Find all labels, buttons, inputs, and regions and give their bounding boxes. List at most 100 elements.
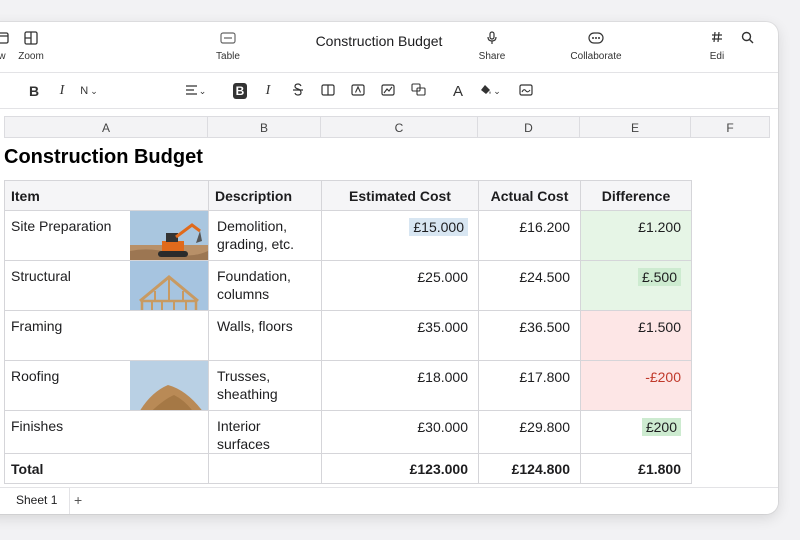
zoom-label: Zoom [18, 51, 44, 62]
item-cell[interactable]: Roofing [4, 360, 209, 411]
actual-cost-cell[interactable]: £24.500 [478, 260, 581, 311]
item-cell[interactable]: Framing [4, 310, 209, 361]
signature-icon [519, 83, 533, 99]
italic-toggle-button[interactable]: I [260, 82, 276, 100]
chart-button[interactable] [380, 82, 396, 100]
total-difference-cell[interactable]: £1.800 [580, 453, 692, 484]
estimated-cost-value: £15.000 [409, 218, 468, 236]
difference-cell[interactable]: £200 [580, 410, 692, 454]
bold-toggle-button[interactable]: B [232, 82, 248, 100]
view-label: w [0, 51, 6, 62]
sheet-bar: Sheet 1 + [0, 487, 778, 514]
column-header-c[interactable]: C [321, 116, 478, 138]
table-row: Framing Walls, floors £35.000 £36.500 £1… [4, 310, 692, 361]
strikethrough-button[interactable] [290, 82, 306, 100]
difference-cell[interactable]: £.500 [580, 260, 692, 311]
text-style-button[interactable]: N ⌄ [76, 82, 102, 100]
italic-button[interactable]: I [54, 82, 70, 100]
item-cell[interactable]: Structural [4, 260, 209, 311]
strikethrough-icon [292, 82, 304, 100]
difference-cell[interactable]: £1.500 [580, 310, 692, 361]
description-cell[interactable]: Walls, floors [208, 310, 322, 361]
collaborate-icon [566, 31, 626, 45]
column-header-d[interactable]: D [478, 116, 580, 138]
table-row: Finishes Interior surfaces £30.000 £29.8… [4, 410, 692, 454]
text-box-button[interactable] [350, 82, 366, 100]
paint-bucket-icon [479, 83, 492, 99]
total-description-cell[interactable] [208, 453, 322, 484]
description-cell[interactable]: Interior surfaces [208, 410, 322, 454]
header-estimated-cost[interactable]: Estimated Cost [321, 180, 479, 211]
align-button[interactable]: ⌄ [184, 82, 208, 100]
difference-cell[interactable]: -£200 [580, 360, 692, 411]
difference-value: £200 [641, 418, 681, 436]
total-estimated-cell[interactable]: £123.000 [321, 453, 479, 484]
format-bar-divider [0, 108, 778, 109]
shapes-icon [410, 83, 426, 99]
search-button[interactable] [738, 31, 756, 51]
columns-button[interactable] [320, 82, 336, 100]
difference-value: £.500 [637, 268, 681, 286]
item-cell[interactable]: Finishes [4, 410, 209, 454]
spreadsheet-window: w Zoom Table Construction Budget Share C [0, 22, 778, 514]
chart-icon [381, 83, 395, 99]
share-button[interactable]: Share [474, 31, 510, 62]
header-actual-cost[interactable]: Actual Cost [478, 180, 581, 211]
column-header-row: A B C D E F [4, 116, 770, 138]
column-header-a[interactable]: A [4, 116, 208, 138]
header-difference[interactable]: Difference [580, 180, 692, 211]
estimated-cost-cell[interactable]: £15.000 [321, 210, 479, 261]
total-label-cell[interactable]: Total [4, 453, 209, 484]
text-style-label: N [80, 85, 89, 97]
total-row: Total £123.000 £124.800 £1.800 [4, 453, 692, 484]
sheet-title[interactable]: Construction Budget [4, 146, 203, 169]
estimated-cost-cell[interactable]: £18.000 [321, 360, 479, 411]
shapes-button[interactable] [410, 82, 426, 100]
toolbar-divider [0, 72, 778, 73]
estimated-cost-cell[interactable]: £35.000 [321, 310, 479, 361]
edit-button[interactable]: Edi [706, 31, 728, 62]
actual-cost-cell[interactable]: £29.800 [478, 410, 581, 454]
actual-cost-cell[interactable]: £16.200 [478, 210, 581, 261]
align-icon [185, 83, 198, 99]
item-name: Site Preparation [11, 218, 112, 234]
house-frame-photo [130, 261, 208, 310]
item-cell[interactable]: Site Preparation [4, 210, 209, 261]
actual-cost-cell[interactable]: £36.500 [478, 310, 581, 361]
item-name: Framing [11, 318, 63, 334]
chevron-down-icon: ⌄ [198, 85, 207, 96]
text-box-icon [351, 83, 365, 99]
header-description[interactable]: Description [208, 180, 322, 211]
table-row: Structural Foundation, columns £25.000 £… [4, 260, 692, 311]
estimated-cost-cell[interactable]: £25.000 [321, 260, 479, 311]
bold-button[interactable]: B [26, 82, 42, 100]
top-toolbar: w Zoom Table Construction Budget Share C [0, 22, 778, 72]
total-actual-cell[interactable]: £124.800 [478, 453, 581, 484]
budget-table: Item Description Estimated Cost Actual C… [4, 180, 692, 484]
dirt-pile-photo [130, 361, 208, 410]
difference-cell[interactable]: £1.200 [580, 210, 692, 261]
collaborate-button[interactable]: Collaborate [566, 31, 626, 62]
collaborate-label: Collaborate [570, 51, 622, 62]
sheet-tab-1[interactable]: Sheet 1 [4, 488, 71, 514]
chevron-down-icon: ⌄ [493, 85, 501, 96]
column-header-b[interactable]: B [208, 116, 321, 138]
table-label: Table [216, 51, 240, 62]
edit-label: Edi [709, 51, 725, 62]
fill-color-button[interactable]: ⌄ [476, 82, 504, 100]
actual-cost-cell[interactable]: £17.800 [478, 360, 581, 411]
share-icon [474, 31, 510, 45]
description-cell[interactable]: Demolition, grading, etc. [208, 210, 322, 261]
text-size-button[interactable]: A [450, 82, 466, 100]
column-header-e[interactable]: E [580, 116, 691, 138]
table-row: Site Preparation Demolition, grading, et… [4, 210, 692, 261]
table-row: Roofing Trusses, sheathing £18.000 £17.8… [4, 360, 692, 411]
header-item[interactable]: Item [4, 180, 209, 211]
description-cell[interactable]: Foundation, columns [208, 260, 322, 311]
estimated-cost-cell[interactable]: £30.000 [321, 410, 479, 454]
hashtag-icon [706, 31, 728, 45]
add-sheet-button[interactable]: + [74, 488, 82, 512]
column-header-f[interactable]: F [691, 116, 770, 138]
signature-button[interactable] [518, 82, 534, 100]
description-cell[interactable]: Trusses, sheathing [208, 360, 322, 411]
